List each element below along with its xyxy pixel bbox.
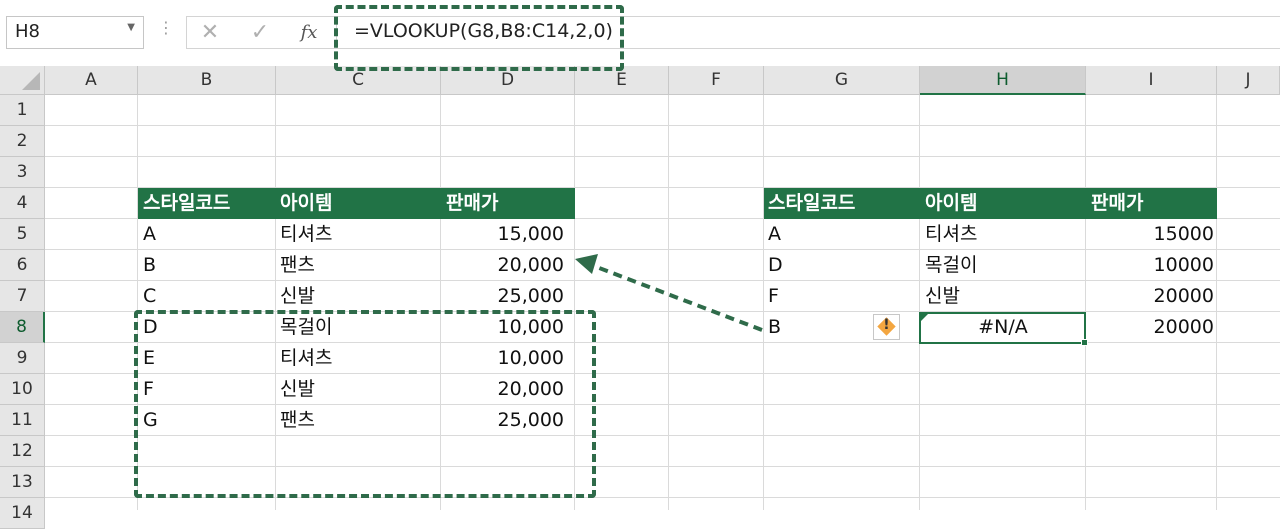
arrow-head (575, 254, 598, 274)
annotation-arrow (575, 254, 763, 332)
arrow-line (593, 264, 763, 332)
